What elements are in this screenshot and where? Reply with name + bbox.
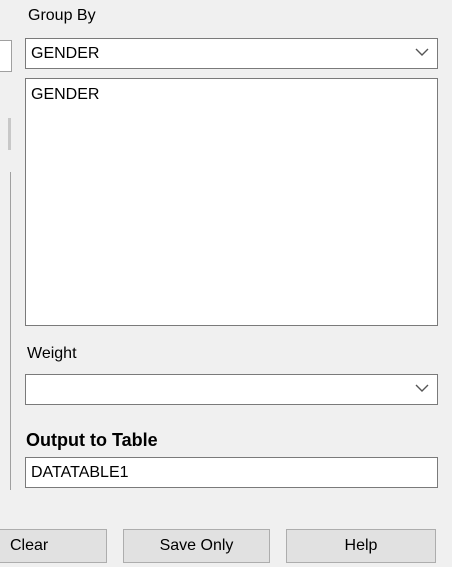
weight-dropdown[interactable] bbox=[25, 374, 438, 405]
weight-label: Weight bbox=[27, 345, 77, 362]
group-by-label: Group By bbox=[28, 7, 96, 24]
output-table-value: DATATABLE1 bbox=[31, 464, 129, 481]
chevron-down-icon bbox=[415, 48, 429, 56]
partial-left-divider bbox=[10, 172, 11, 490]
list-item[interactable]: GENDER bbox=[31, 87, 99, 103]
group-by-dropdown[interactable]: GENDER bbox=[25, 38, 438, 69]
chevron-down-icon bbox=[415, 384, 429, 392]
clear-button[interactable]: Clear bbox=[0, 529, 107, 563]
group-by-selected-value: GENDER bbox=[31, 45, 100, 62]
group-by-listbox[interactable]: GENDER bbox=[25, 78, 438, 326]
output-to-table-label: Output to Table bbox=[26, 430, 158, 450]
save-only-button[interactable]: Save Only bbox=[123, 529, 270, 563]
partial-left-input bbox=[0, 40, 12, 72]
partial-left-scroll-indicator bbox=[8, 118, 11, 150]
help-button[interactable]: Help bbox=[286, 529, 436, 563]
output-table-input[interactable]: DATATABLE1 bbox=[25, 457, 438, 488]
